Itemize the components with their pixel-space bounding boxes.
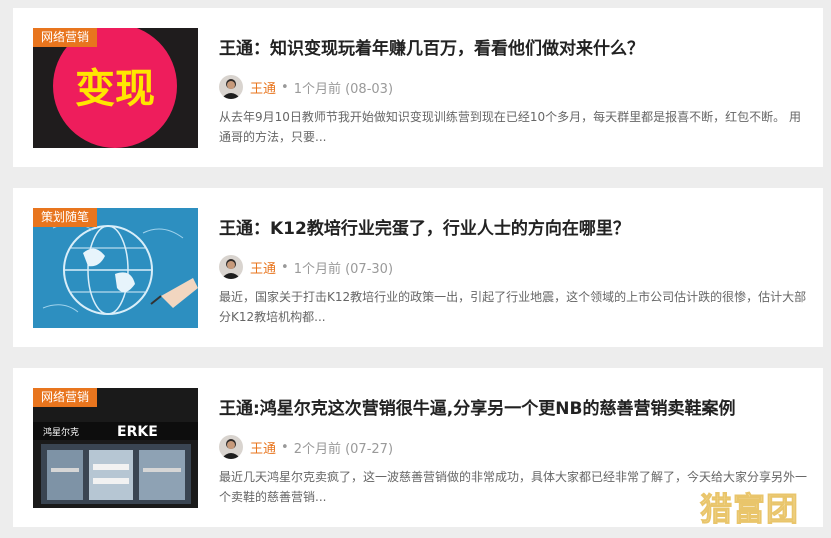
article-title[interactable]: 王通:鸿星尔克这次营销很牛逼,分享另一个更NB的慈善营销卖鞋案例 [219, 398, 809, 420]
avatar[interactable] [219, 255, 243, 279]
publish-time: 2个月前 (07-27) [293, 441, 394, 457]
category-tag[interactable]: 网络营销 [33, 28, 98, 47]
article-title[interactable]: 王通：K12教培行业完蛋了，行业人士的方向在哪里？ [219, 218, 809, 240]
article-excerpt: 从去年9月10日教师节我开始做知识变现训练营到现在已经10个多月，每天群里都是报… [219, 110, 801, 144]
article-title[interactable]: 王通：知识变现玩着年赚几百万，看看他们做对来什么？ [219, 38, 809, 60]
article-meta: 王通 • 1个月前 (07-30) [219, 254, 393, 280]
category-tag[interactable]: 策划随笔 [33, 208, 98, 227]
article-meta: 王通 • 1个月前 (08-03) [219, 74, 393, 100]
article-thumbnail[interactable]: 鸿星尔克 ERKE 网络营销 [33, 388, 198, 508]
category-tag[interactable]: 网络营销 [33, 388, 98, 407]
article-card[interactable]: 变现 网络营销 王通：知识变现玩着年赚几百万，看看他们做对来什么？ 王通 • 1… [13, 8, 823, 167]
author-link[interactable]: 王通 [250, 78, 276, 97]
separator-dot: • [281, 439, 289, 455]
image-caption: 变现 [75, 66, 155, 112]
publish-time: 1个月前 (07-30) [293, 261, 394, 277]
author-link[interactable]: 王通 [250, 258, 276, 277]
article-meta: 王通 • 2个月前 (07-27) [219, 434, 393, 460]
separator-dot: • [281, 259, 289, 275]
publish-time: 1个月前 (08-03) [293, 81, 394, 97]
watermark-logo: 猎富团 [699, 490, 800, 529]
separator-dot: • [281, 79, 289, 95]
author-link[interactable]: 王通 [250, 438, 276, 457]
article-excerpt: 最近，国家关于打击K12教培行业的政策一出，引起了行业地震，这个领域的上市公司估… [219, 290, 807, 324]
store-sign-brand: 鸿星尔克 [43, 426, 79, 438]
article-thumbnail[interactable]: 策划随笔 [33, 208, 198, 328]
avatar[interactable] [219, 75, 243, 99]
store-sign-logo: ERKE [117, 424, 158, 440]
article-card[interactable]: 策划随笔 王通：K12教培行业完蛋了，行业人士的方向在哪里？ 王通 • 1个月前… [13, 188, 823, 347]
article-thumbnail[interactable]: 变现 网络营销 [33, 28, 198, 148]
avatar[interactable] [219, 435, 243, 459]
